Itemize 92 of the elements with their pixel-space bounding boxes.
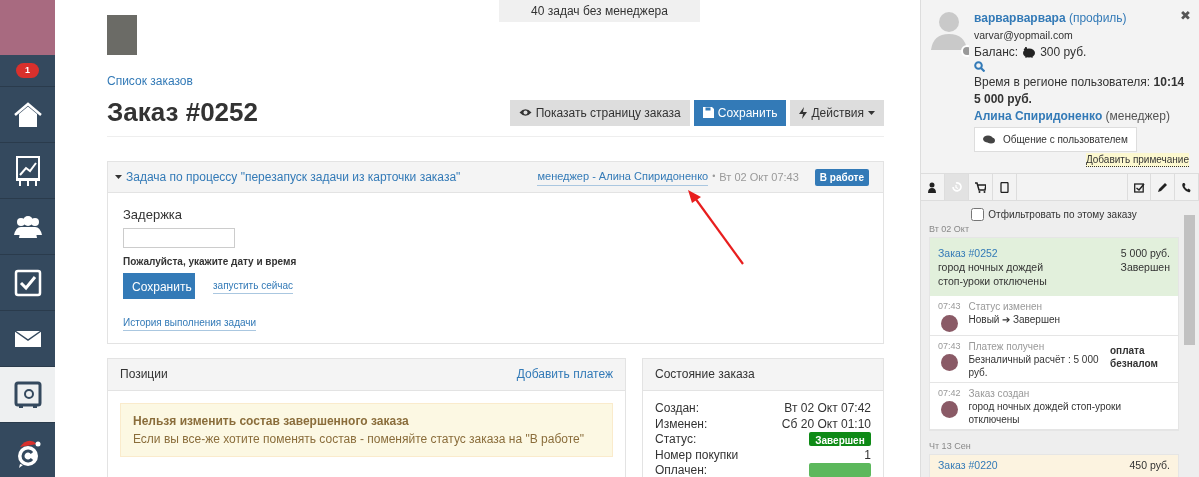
order-link[interactable]: Заказ #0220	[938, 457, 998, 472]
field-label: Изменен:	[655, 415, 708, 433]
date-heading: Чт 13 Сен	[929, 440, 972, 452]
caret-icon	[868, 110, 875, 115]
manager-link[interactable]: менеджер - Алина Спиридоненко	[537, 168, 709, 186]
checkbox-icon	[1133, 181, 1145, 193]
avatar-placeholder	[940, 314, 958, 332]
alert-title: Нельзя изменить состав завершенного заказа	[133, 412, 410, 430]
event-title: Платеж получен	[968, 339, 1046, 353]
event-title: Заказ создан	[968, 386, 1031, 400]
panel-tab[interactable]	[1127, 174, 1151, 200]
history-link[interactable]: История выполнения задачи	[123, 314, 257, 331]
checkbox-icon[interactable]	[13, 268, 42, 297]
add-payment-link[interactable]: Добавить платеж	[516, 365, 613, 384]
eye-icon	[518, 108, 532, 118]
task-title-link[interactable]: Задача по процессу "перезапуск задачи из карточки заказа"	[126, 168, 461, 187]
actions-dropdown-button[interactable]: Действия	[790, 99, 884, 126]
order-status: Завершен	[1120, 260, 1170, 275]
field-label: Оплачен:	[655, 462, 708, 477]
order-description: город ночных дождей	[938, 260, 1045, 274]
field-value: 1	[864, 446, 871, 464]
region-time-text: Время в регионе пользователя: 10:14	[974, 74, 1185, 91]
notification-badge[interactable]: 1	[16, 63, 39, 78]
order-description: стоп-уроки отключены	[938, 274, 1047, 288]
event-time: 07:42	[938, 386, 961, 400]
envelope-icon[interactable]	[13, 329, 42, 348]
order-total: 5 000 руб.	[974, 91, 1033, 108]
event-text: Безналичный расчёт : 5 000 руб.	[968, 352, 1100, 379]
add-note-link[interactable]: Добавить примечание	[1085, 153, 1189, 167]
field-label: Создан:	[655, 400, 700, 418]
panel-title: Позиции	[120, 366, 168, 384]
filter-label: Отфильтровать по этому заказу	[988, 208, 1137, 222]
status-badge: Завершен	[809, 432, 871, 447]
history-icon	[951, 181, 962, 193]
page-title: Заказ #0252	[107, 97, 258, 129]
field-value: Вт 02 Окт 07:42	[784, 400, 871, 418]
mobile-phone-icon	[999, 181, 1010, 193]
order-amount: 5 000 руб.	[1120, 246, 1170, 260]
close-button[interactable]: ✖	[1180, 6, 1191, 26]
safe-icon[interactable]	[13, 380, 42, 409]
manager-role: (менеджер)	[1105, 109, 1170, 123]
avatar-placeholder	[940, 354, 958, 371]
piggy-bank-icon	[1022, 47, 1037, 58]
field-label: Статус:	[655, 431, 697, 449]
people-icon[interactable]	[12, 214, 43, 239]
search-icon[interactable]	[974, 61, 985, 72]
caret-icon[interactable]	[115, 175, 122, 180]
event-text: город ночных дождей стоп-уроки отключены	[968, 399, 1123, 426]
pencil-icon	[1157, 181, 1168, 193]
separator-dot: •	[712, 170, 716, 184]
customer-email: varvar@yopmail.com	[974, 28, 1074, 43]
customer-name-link[interactable]: варварварвара	[974, 11, 1066, 25]
cart-icon	[975, 181, 986, 193]
scrollbar[interactable]	[1184, 215, 1195, 345]
status-badge: В работе	[814, 168, 869, 186]
photo-placeholder	[0, 0, 55, 55]
run-now-link[interactable]: запустить сейчас	[213, 277, 294, 294]
field-value: Сб 20 Окт 01:10	[781, 415, 871, 433]
hint-text: Пожалуйста, укажите дату и время	[123, 254, 298, 269]
view-order-button[interactable]: Показать страницу заказа	[509, 99, 690, 126]
order-amount: 450 руб.	[1129, 457, 1170, 472]
order-link[interactable]: Заказ #0252	[938, 246, 998, 260]
field-label: Номер покупки	[655, 446, 739, 464]
filter-checkbox[interactable]	[971, 208, 985, 221]
chart-board-icon[interactable]	[14, 154, 41, 187]
home-icon[interactable]	[12, 100, 43, 129]
person-icon	[927, 181, 938, 193]
task-time: Вт 02 Окт 07:43	[719, 169, 799, 185]
phone-icon	[1181, 181, 1192, 193]
balance-value: 300 руб.	[1040, 44, 1087, 61]
alert-text: Если вы все-же хотите поменять состав - поменяйте статус заказа на "В работе"	[133, 430, 585, 448]
field-label: Задержка	[123, 206, 184, 225]
chat-bubbles-icon	[983, 135, 995, 144]
panel-title: Состояние заказа	[655, 366, 755, 384]
event-title: Статус изменен	[968, 300, 1044, 313]
banner: 40 задач без менеджера	[499, 0, 700, 22]
event-time: 07:43	[938, 339, 961, 353]
event-text: Новый ➔ Завершен	[968, 313, 1061, 326]
balance-label: Баланс:	[974, 44, 1019, 61]
event-time: 07:43	[938, 300, 961, 313]
avatar-placeholder	[940, 401, 958, 418]
manager-link[interactable]: Алина Спиридоненко	[974, 109, 1103, 123]
profile-link[interactable]: (профиль)	[1068, 11, 1127, 25]
event-note: оплата безналом	[1110, 343, 1159, 371]
photo-placeholder	[107, 15, 137, 55]
chat-button[interactable]: Общение с пользователем	[974, 127, 1137, 152]
save-task-button[interactable]: Сохранить	[123, 272, 195, 299]
lightning-icon	[799, 106, 808, 119]
delay-input-field[interactable]	[123, 227, 235, 248]
date-heading: Вт 02 Окт	[929, 224, 970, 235]
breadcrumb-link[interactable]: Список заказов	[107, 72, 193, 90]
save-button[interactable]: Сохранить	[693, 99, 787, 126]
